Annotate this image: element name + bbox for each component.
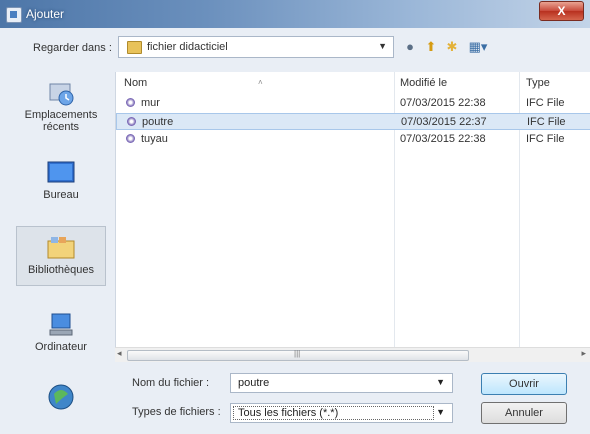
cancel-button[interactable]: Annuler: [481, 402, 567, 424]
title-bar[interactable]: Ajouter X: [0, 0, 590, 28]
filename-value: poutre: [238, 377, 270, 389]
file-row-selected[interactable]: poutre 07/03/2015 22:37 IFC File: [116, 113, 590, 130]
close-button[interactable]: X: [539, 1, 584, 21]
ifc-file-icon: [126, 98, 135, 107]
ifc-file-icon: [126, 134, 135, 143]
chevron-down-icon[interactable]: ▼: [436, 407, 445, 417]
filetype-value: Tous les fichiers (*.*): [238, 407, 339, 419]
ifc-file-icon: [127, 117, 136, 126]
place-label: Ordinateur: [35, 341, 87, 353]
column-header-type[interactable]: Type: [526, 72, 550, 94]
file-name: mur: [141, 97, 160, 109]
file-modified: 07/03/2015 22:38: [400, 133, 486, 145]
lookin-label: Regarder dans :: [33, 42, 112, 54]
column-header-name[interactable]: Nom: [124, 72, 147, 94]
network-icon: [46, 382, 76, 412]
filename-input[interactable]: poutre ▼: [230, 373, 453, 393]
sort-arrow-icon: ˄: [258, 78, 263, 87]
column-header-modified[interactable]: Modifié le: [400, 72, 447, 94]
open-file-dialog: Ajouter X Regarder dans : fichier didact…: [0, 0, 590, 434]
place-label: Bibliothèques: [27, 264, 95, 276]
horizontal-scrollbar[interactable]: ◂ ||| ▸: [115, 347, 590, 362]
back-icon[interactable]: ●: [402, 38, 418, 56]
filetype-focus: Tous les fichiers (*.*): [233, 406, 434, 420]
desktop-icon: [46, 160, 76, 186]
chevron-down-icon[interactable]: ▼: [436, 377, 445, 387]
file-row[interactable]: tuyau 07/03/2015 22:38 IFC File: [116, 131, 590, 148]
filetype-label: Types de fichiers :: [132, 406, 221, 418]
place-desktop[interactable]: Bureau: [16, 160, 106, 201]
file-row[interactable]: mur 07/03/2015 22:38 IFC File: [116, 95, 590, 112]
file-list[interactable]: Nom ˄ Modifié le Type mur 07/03/2015 22:…: [115, 72, 590, 361]
file-type: IFC File: [526, 133, 565, 145]
scrollbar-thumb[interactable]: |||: [127, 349, 469, 361]
file-type: IFC File: [527, 116, 566, 128]
chevron-down-icon[interactable]: ▼: [378, 41, 387, 51]
libraries-icon: [46, 235, 76, 261]
place-network[interactable]: [16, 382, 106, 415]
open-button[interactable]: Ouvrir: [481, 373, 567, 395]
folder-icon: [127, 41, 142, 54]
scroll-left-icon[interactable]: ◂: [117, 348, 122, 359]
window-title: Ajouter: [26, 7, 65, 21]
lookin-value: fichier didacticiel: [147, 41, 228, 53]
recent-places-icon: [46, 80, 76, 106]
places-bar: Emplacements récents Bureau Bibliothèque…: [8, 64, 111, 434]
place-libraries[interactable]: Bibliothèques: [16, 226, 106, 286]
grip-icon: |||: [294, 349, 301, 358]
filename-label: Nom du fichier :: [132, 377, 210, 389]
up-folder-icon[interactable]: ⬆: [423, 38, 439, 56]
place-label: Bureau: [43, 189, 79, 201]
place-recent[interactable]: Emplacements récents: [16, 80, 106, 133]
file-modified: 07/03/2015 22:38: [400, 97, 486, 109]
place-computer[interactable]: Ordinateur: [16, 312, 106, 353]
filetype-select[interactable]: Tous les fichiers (*.*) ▼: [230, 403, 453, 423]
app-icon: [6, 7, 22, 23]
file-name: poutre: [142, 116, 174, 128]
file-modified: 07/03/2015 22:37: [401, 116, 487, 128]
lookin-dropdown[interactable]: fichier didacticiel ▼: [118, 36, 394, 58]
file-type: IFC File: [526, 97, 565, 109]
place-label: Emplacements récents: [24, 109, 98, 133]
file-name: tuyau: [141, 133, 168, 145]
computer-icon: [46, 312, 76, 338]
views-menu-icon[interactable]: ▦▾: [463, 38, 493, 56]
scroll-right-icon[interactable]: ▸: [581, 348, 586, 359]
new-folder-icon[interactable]: ✱: [444, 38, 460, 56]
